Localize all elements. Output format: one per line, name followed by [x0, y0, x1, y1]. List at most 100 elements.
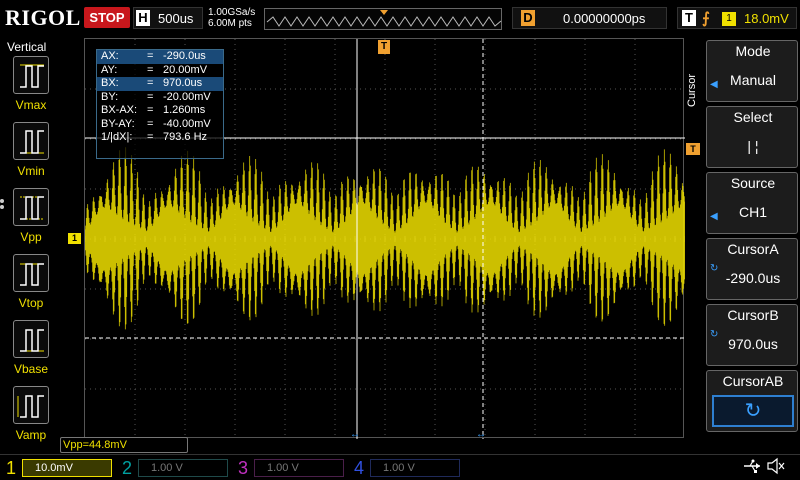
cursor-readout-key: AX:: [101, 50, 119, 62]
cursorab-label: CursorAB: [722, 373, 784, 389]
timebase-box[interactable]: H 500us: [133, 7, 203, 29]
vbase-icon: [20, 329, 44, 352]
vamp-button[interactable]: [13, 386, 49, 424]
delay-box[interactable]: D 0.00000000ps: [512, 7, 667, 29]
trigger-level-marker[interactable]: T: [686, 143, 700, 155]
measure-vamp[interactable]: Vamp: [5, 386, 57, 448]
channel-2-scale: 1.00 V: [138, 459, 228, 477]
vbase-button[interactable]: [13, 320, 49, 358]
channel-3-status[interactable]: 3 1.00 V: [238, 457, 348, 479]
vmin-button[interactable]: [13, 122, 49, 160]
cursor-readout-value: -290.0us: [163, 50, 206, 62]
select-label: Select: [733, 109, 773, 125]
trigger-box[interactable]: T ⨍ 1 18.0mV: [677, 7, 797, 29]
measure-vpp[interactable]: Vpp: [5, 188, 57, 250]
brand-logo: RIGOL: [5, 5, 81, 30]
measure-vmin[interactable]: Vmin: [5, 122, 57, 184]
cursor-readout-equals: =: [147, 90, 154, 103]
cursor-readout-value: 20.00mV: [163, 63, 208, 76]
channel-1-scale: 10.0mV: [22, 459, 112, 477]
channel-1-status[interactable]: 1 10.0mV: [6, 457, 116, 479]
vtop-button[interactable]: [13, 254, 49, 292]
channel-4-scale: 1.00 V: [370, 459, 460, 477]
cursor-readout-key: BX-AX:: [101, 104, 138, 116]
rising-edge-icon: ⨍: [702, 10, 710, 27]
cursor-readout-row: BY-AY: = -40.00mV: [97, 118, 223, 132]
measure-vbase[interactable]: Vbase: [5, 320, 57, 382]
vamp-icon: [17, 395, 44, 418]
vmax-button[interactable]: [13, 56, 49, 94]
memory-overview-strip[interactable]: [264, 8, 502, 30]
vpp-label: Vpp: [20, 230, 42, 244]
menu-select[interactable]: Select | ¦: [706, 106, 798, 168]
cursor-readout-row: AY: = 20.00mV: [97, 64, 223, 78]
delay-value: 0.00000000ps: [563, 11, 646, 26]
vtop-label: Vtop: [18, 296, 44, 310]
source-label: Source: [730, 175, 776, 191]
cursorb-value: 970.0us: [728, 336, 778, 352]
trigger-position-marker[interactable]: T: [378, 40, 390, 54]
memory-waveform-icon: [266, 10, 502, 27]
vpp-button[interactable]: [13, 188, 49, 226]
acquisition-info: 1.00GSa/s 6.00M pts: [208, 7, 255, 29]
softkey-menu: Mode ◀ Manual Select | ¦ Source ◀ CH1 Cu…: [702, 38, 800, 454]
cursor-a-handle-icon: ↔: [350, 429, 360, 439]
sample-rate: 1.00GSa/s: [208, 7, 256, 18]
trigger-level-value: 18.0mV: [744, 11, 789, 26]
memory-depth: 6.00M pts: [208, 18, 252, 29]
channel-4-status[interactable]: 4 1.00 V: [354, 457, 464, 479]
cursorab-knob-icon[interactable]: ↻: [712, 395, 794, 427]
menu-cursorb[interactable]: CursorB ↻ 970.0us: [706, 304, 798, 366]
vmin-icon: [20, 130, 44, 154]
speaker-muted-icon[interactable]: [766, 456, 786, 476]
cursor-readout-value: 970.0us: [163, 77, 203, 89]
vpp-icon: [20, 196, 44, 220]
cursor-readout-value: -20.00mV: [163, 90, 211, 103]
cursor-readout-panel: AX: = -290.0us AY: = 20.00mV BX: = 970.0us BY: = -2…: [96, 49, 224, 159]
channel-2-number: 2: [122, 458, 133, 478]
cursor-readout-row: AX: = -290.0us: [97, 50, 223, 64]
cursor-readout-value: 793.6 Hz: [163, 131, 208, 143]
menu-source[interactable]: Source ◀ CH1: [706, 172, 798, 234]
measurement-sidebar: Vertical Vmax Vmin Vpp Vtop Vbase Vamp: [0, 38, 62, 450]
cursor-readout-equals: =: [147, 77, 154, 89]
top-status-bar: RIGOL STOP H 500us 1.00GSa/s 6.00M pts D…: [0, 0, 800, 38]
cursor-readout-value: -40.00mV: [163, 117, 211, 130]
measure-vmax[interactable]: Vmax: [5, 56, 57, 118]
channel-bar: 1 10.0mV 2 1.00 V 3 1.00 V 4 1.00 V: [0, 454, 800, 480]
usb-icon: [744, 459, 760, 473]
channel-3-number: 3: [238, 458, 249, 478]
cursor-readout-key: AY:: [101, 63, 118, 76]
vtop-icon: [20, 263, 44, 286]
menu-mode[interactable]: Mode ◀ Manual: [706, 40, 798, 102]
menu-cursorab[interactable]: CursorAB ↻: [706, 370, 798, 432]
menu-cursora[interactable]: CursorA ↻ -290.0us: [706, 238, 798, 300]
channel-1-number: 1: [6, 458, 17, 478]
cursor-readout-key: 1/|dX|:: [101, 131, 133, 143]
cursor-readout-key: BX:: [101, 77, 119, 89]
ch1-offset-marker[interactable]: 1: [68, 233, 81, 244]
cursora-value: -290.0us: [725, 270, 781, 286]
channel-2-status[interactable]: 2 1.00 V: [122, 457, 232, 479]
timebase-value: 500us: [158, 11, 194, 26]
cursor-readout-equals: =: [147, 104, 154, 116]
menu-title: Cursor: [686, 73, 698, 107]
cursor-readout-row: BX: = 970.0us: [97, 77, 223, 91]
cursor-readout-equals: =: [147, 50, 154, 62]
run-stop-indicator[interactable]: STOP: [84, 7, 130, 28]
measure-vtop[interactable]: Vtop: [5, 254, 57, 316]
cursor-readout-equals: =: [147, 63, 154, 76]
channel-3-scale: 1.00 V: [254, 459, 344, 477]
horizontal-label: H: [136, 10, 150, 26]
vpp-measurement: Vpp=44.8mV: [60, 437, 188, 453]
select-value: | ¦: [747, 138, 759, 154]
vbase-label: Vbase: [13, 362, 49, 376]
cursor-readout-key: BY:: [101, 90, 119, 103]
cursor-readout-equals: =: [147, 131, 154, 143]
cursor-b-handle-icon: ↔: [476, 429, 486, 439]
channel-4-number: 4: [354, 458, 365, 478]
source-value: CH1: [738, 204, 767, 220]
cursora-label: CursorA: [727, 241, 779, 257]
cursor-readout-row: BY: = -20.00mV: [97, 91, 223, 105]
trigger-source: 1: [722, 12, 736, 26]
